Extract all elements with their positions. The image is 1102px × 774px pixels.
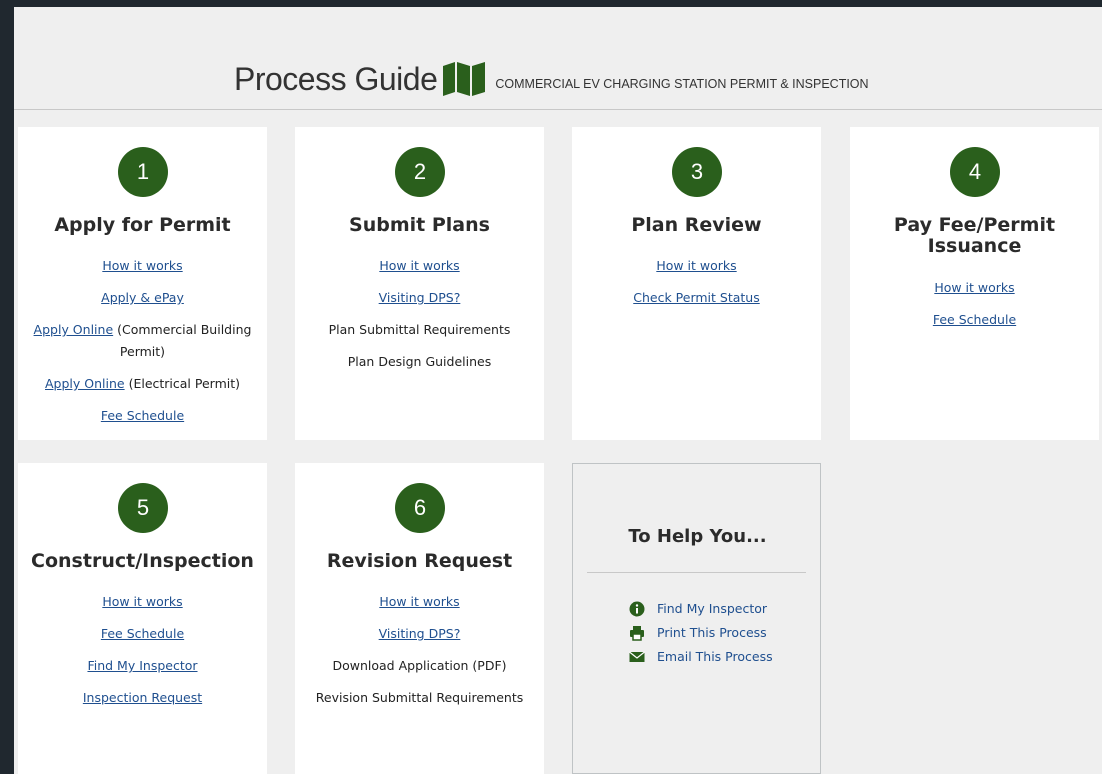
download-application-text: Download Application (PDF) <box>332 658 507 673</box>
fee-schedule-link[interactable]: Fee Schedule <box>933 312 1016 327</box>
link-item: Revision Submittal Requirements <box>301 687 538 709</box>
step-links: How it works Fee Schedule <box>856 277 1093 341</box>
envelope-icon <box>629 651 645 662</box>
fee-schedule-link[interactable]: Fee Schedule <box>101 626 184 641</box>
apply-online-electrical-link[interactable]: Apply Online <box>45 376 125 391</box>
help-item-print[interactable]: Print This Process <box>629 621 773 645</box>
inspection-request-link[interactable]: Inspection Request <box>83 690 202 705</box>
step-number-badge: 2 <box>395 147 445 197</box>
step-card-3: 3 Plan Review How it works Check Permit … <box>572 127 821 440</box>
print-this-process-link[interactable]: Print This Process <box>657 621 767 645</box>
step-links: How it works Fee Schedule Find My Inspec… <box>24 591 261 719</box>
step-number-badge: 5 <box>118 483 168 533</box>
visiting-dps-link[interactable]: Visiting DPS? <box>379 626 461 641</box>
link-note: (Commercial Building Permit) <box>113 322 252 359</box>
step-title: Submit Plans <box>349 214 490 236</box>
step-card-6: 6 Revision Request How it works Visiting… <box>295 463 544 774</box>
help-item-find-inspector[interactable]: Find My Inspector <box>629 597 773 621</box>
step-title: Construct/Inspection <box>31 550 254 572</box>
email-this-process-link[interactable]: Email This Process <box>657 645 773 669</box>
help-divider <box>587 572 806 573</box>
step-card-5: 5 Construct/Inspection How it works Fee … <box>18 463 267 774</box>
link-item: How it works <box>301 255 538 277</box>
step-links: How it works Apply & ePay Apply Online (… <box>24 255 261 437</box>
help-list: Find My Inspector Print This Process Ema… <box>629 597 773 669</box>
step-number-badge: 6 <box>395 483 445 533</box>
link-item: Check Permit Status <box>578 287 815 309</box>
link-item: Apply Online (Commercial Building Permit… <box>24 319 261 363</box>
page-header: Process Guide COMMERCIAL EV CHARGING STA… <box>14 7 1102 110</box>
link-item: Fee Schedule <box>24 623 261 645</box>
print-icon <box>630 626 644 641</box>
step-title: Pay Fee/Permit Issuance <box>893 214 1056 257</box>
step-card-4: 4 Pay Fee/Permit Issuance How it works F… <box>850 127 1099 440</box>
step-card-2: 2 Submit Plans How it works Visiting DPS… <box>295 127 544 440</box>
map-icon <box>443 62 486 96</box>
step-links: How it works Visiting DPS? Plan Submitta… <box>301 255 538 383</box>
how-it-works-link[interactable]: How it works <box>102 258 182 273</box>
link-item: Visiting DPS? <box>301 287 538 309</box>
link-item: Plan Design Guidelines <box>301 351 538 373</box>
step-title: Revision Request <box>326 550 513 572</box>
link-note: (Electrical Permit) <box>124 376 240 391</box>
how-it-works-link[interactable]: How it works <box>934 280 1014 295</box>
window-frame-top <box>0 0 1102 7</box>
link-item: Fee Schedule <box>24 405 261 427</box>
plan-design-guidelines-text: Plan Design Guidelines <box>347 354 492 369</box>
link-item: Fee Schedule <box>856 309 1093 331</box>
link-item: Download Application (PDF) <box>301 655 538 677</box>
find-my-inspector-link[interactable]: Find My Inspector <box>657 597 767 621</box>
page-title: Process Guide <box>234 60 438 97</box>
link-item: Apply Online (Electrical Permit) <box>24 373 261 395</box>
step-title: Apply for Permit <box>54 214 231 236</box>
process-guide-page: Process Guide COMMERCIAL EV CHARGING STA… <box>14 7 1102 774</box>
apply-online-building-link[interactable]: Apply Online <box>34 322 114 337</box>
fee-schedule-link[interactable]: Fee Schedule <box>101 408 184 423</box>
help-panel: To Help You... Find My Inspector Print T… <box>572 463 821 774</box>
help-item-email[interactable]: Email This Process <box>629 645 773 669</box>
link-item: Visiting DPS? <box>301 623 538 645</box>
how-it-works-link[interactable]: How it works <box>379 594 459 609</box>
revision-submittal-requirements-text: Revision Submittal Requirements <box>315 690 524 705</box>
link-item: Find My Inspector <box>24 655 261 677</box>
step-number-badge: 3 <box>672 147 722 197</box>
check-permit-status-link[interactable]: Check Permit Status <box>633 290 759 305</box>
apply-epay-link[interactable]: Apply & ePay <box>101 290 184 305</box>
link-item: Apply & ePay <box>24 287 261 309</box>
how-it-works-link[interactable]: How it works <box>102 594 182 609</box>
help-title: To Help You... <box>628 526 767 547</box>
title-row: Process Guide COMMERCIAL EV CHARGING STA… <box>234 59 869 99</box>
step-card-1: 1 Apply for Permit How it works Apply & … <box>18 127 267 440</box>
how-it-works-link[interactable]: How it works <box>379 258 459 273</box>
page-subtitle: COMMERCIAL EV CHARGING STATION PERMIT & … <box>495 77 869 91</box>
plan-submittal-requirements-text: Plan Submittal Requirements <box>328 322 511 337</box>
how-it-works-link[interactable]: How it works <box>656 258 736 273</box>
link-item: Inspection Request <box>24 687 261 709</box>
step-title: Plan Review <box>631 214 762 236</box>
link-item: How it works <box>578 255 815 277</box>
step-links: How it works Visiting DPS? Download Appl… <box>301 591 538 719</box>
step-number-badge: 1 <box>118 147 168 197</box>
info-icon <box>629 601 645 617</box>
link-item: How it works <box>301 591 538 613</box>
visiting-dps-link[interactable]: Visiting DPS? <box>379 290 461 305</box>
find-my-inspector-link[interactable]: Find My Inspector <box>87 658 197 673</box>
link-item: How it works <box>24 255 261 277</box>
window-frame-left <box>0 0 14 774</box>
step-links: How it works Check Permit Status <box>578 255 815 319</box>
link-item: How it works <box>856 277 1093 299</box>
link-item: How it works <box>24 591 261 613</box>
link-item: Plan Submittal Requirements <box>301 319 538 341</box>
step-number-badge: 4 <box>950 147 1000 197</box>
